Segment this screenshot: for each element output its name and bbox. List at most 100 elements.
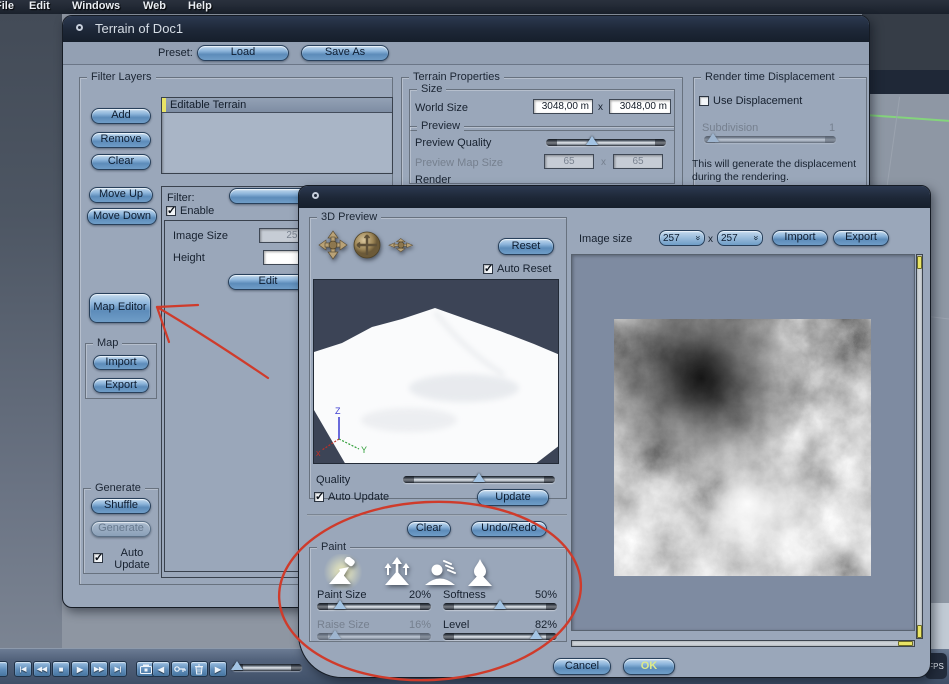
level-slider[interactable] — [443, 630, 557, 640]
preview-quality-label: Preview Quality — [415, 137, 492, 149]
subdivision-slider[interactable] — [704, 133, 836, 143]
raise-size-label: Raise Size — [317, 619, 370, 631]
preset-label: Preset: — [158, 47, 193, 59]
update-button[interactable]: Update — [477, 489, 549, 506]
layer-list[interactable]: Editable Terrain — [161, 97, 393, 174]
map-editor-button[interactable]: Map Editor — [89, 293, 151, 323]
move-down-button[interactable]: Move Down — [87, 208, 157, 225]
rewind-button[interactable]: ◀◀ — [33, 661, 51, 677]
world-size-height-field[interactable]: 3048,00 m — [609, 99, 671, 114]
window-close-icon[interactable] — [312, 192, 319, 199]
pan-tool-icon[interactable] — [318, 230, 348, 260]
paint-size-slider[interactable] — [317, 600, 431, 610]
add-layer-button[interactable]: Add — [91, 108, 151, 124]
go-to-start-button[interactable]: |◀ — [14, 661, 32, 677]
displacement-note-line2: during the rendering. — [692, 171, 789, 183]
map-horizontal-scrollbar[interactable] — [571, 640, 915, 647]
softness-slider[interactable] — [443, 600, 557, 610]
generate-auto-update-checkbox[interactable] — [93, 551, 103, 564]
paint-size-value: 20% — [408, 589, 431, 601]
generate-button[interactable]: Generate — [91, 521, 151, 537]
scrollbar-thumb[interactable] — [898, 641, 913, 646]
image-size-label: Image size — [579, 233, 633, 245]
fast-forward-button[interactable]: ▶▶ — [90, 661, 108, 677]
go-to-end-button[interactable]: ▶| — [109, 661, 127, 677]
nav-right-button[interactable]: ▶ — [209, 661, 227, 677]
layer-name: Editable Terrain — [170, 99, 247, 111]
terrain-dialog-titlebar[interactable]: Terrain of Doc1 — [63, 16, 869, 42]
reset-button[interactable]: Reset — [498, 238, 554, 255]
terrain-3d-viewport[interactable]: Z x Y — [313, 279, 559, 464]
image-export-button[interactable]: Export — [833, 230, 889, 246]
auto-reset-checkbox[interactable] — [483, 262, 493, 275]
filter-enable-checkbox[interactable] — [166, 204, 176, 217]
rotate-trackball-icon[interactable] — [353, 231, 381, 259]
flatten-drop-tool[interactable] — [463, 557, 497, 587]
clear-layers-button[interactable]: Clear — [91, 154, 151, 170]
auto-update-checkbox[interactable] — [314, 490, 324, 503]
subdivision-value: 1 — [829, 122, 836, 134]
quality-slider[interactable] — [403, 473, 555, 483]
image-size-by-label: x — [708, 234, 713, 245]
preset-save-as-button[interactable]: Save As — [301, 45, 389, 61]
use-displacement-checkbox[interactable] — [699, 96, 709, 106]
play-button[interactable]: ▶ — [71, 661, 89, 677]
map-editor-titlebar[interactable] — [299, 186, 930, 208]
preview-quality-slider[interactable] — [546, 136, 666, 146]
timeline-slider[interactable] — [230, 661, 302, 671]
preview-group-legend: Preview — [417, 120, 465, 132]
menu-file[interactable]: File — [0, 0, 14, 12]
paint-brush-tool[interactable] — [323, 554, 363, 590]
clear-button[interactable]: Clear — [407, 521, 451, 537]
raise-size-slider[interactable] — [317, 630, 431, 640]
image-height-dropdown[interactable]: 257 » — [717, 230, 763, 246]
image-size-label: Image Size — [173, 230, 229, 242]
stop-button[interactable]: ■ — [52, 661, 70, 677]
flatten-drop-icon — [468, 558, 492, 586]
softness-value: 50% — [534, 589, 557, 601]
preview-map-by-label: x — [601, 157, 606, 168]
image-width-dropdown[interactable]: 257 » — [659, 230, 705, 246]
preview-map-width-field: 65 — [544, 154, 594, 169]
map-import-button[interactable]: Import — [93, 355, 149, 370]
raise-lower-tool[interactable] — [377, 555, 417, 589]
map-vertical-scrollbar[interactable] — [916, 254, 923, 639]
axis-z-label: Z — [335, 406, 341, 416]
chevron-down-icon: » — [693, 235, 704, 241]
preset-load-button[interactable]: Load — [197, 45, 289, 61]
remove-layer-button[interactable]: Remove — [91, 132, 151, 148]
heightmap-image[interactable] — [614, 319, 871, 576]
filter-layers-legend: Filter Layers — [87, 71, 156, 83]
window-close-icon[interactable] — [76, 24, 83, 31]
menu-bar: File Edit Windows Web Help — [0, 0, 949, 14]
paint-group-legend: Paint — [317, 541, 351, 553]
menu-windows[interactable]: Windows — [72, 0, 120, 12]
menu-edit[interactable]: Edit — [29, 0, 50, 12]
toolbar-partial-button[interactable] — [0, 661, 8, 677]
image-import-button[interactable]: Import — [772, 230, 828, 246]
menu-help[interactable]: Help — [188, 0, 212, 12]
size-group-legend: Size — [417, 83, 447, 95]
undo-redo-button[interactable]: Undo/Redo — [471, 521, 547, 537]
move-up-button[interactable]: Move Up — [89, 187, 153, 203]
menu-web[interactable]: Web — [143, 0, 166, 12]
dolly-tool-icon[interactable] — [388, 236, 414, 254]
key-button[interactable] — [171, 661, 189, 677]
terrain-properties-legend: Terrain Properties — [409, 71, 504, 83]
delete-keyframe-button[interactable] — [190, 661, 208, 677]
cancel-button[interactable]: Cancel — [553, 658, 611, 675]
map-export-button[interactable]: Export — [93, 378, 149, 393]
world-size-width-field[interactable]: 3048,00 m — [533, 99, 593, 114]
scrollbar-thumb[interactable] — [917, 256, 922, 269]
nav-left-button[interactable]: ◀ — [152, 661, 170, 677]
bg-navy-band — [862, 70, 949, 94]
image-width-value: 257 — [663, 233, 680, 244]
layer-list-item[interactable]: Editable Terrain — [162, 98, 392, 113]
ok-button[interactable]: OK — [623, 658, 675, 675]
scrollbar-thumb[interactable] — [917, 625, 922, 638]
level-label: Level — [443, 619, 470, 631]
shuffle-button[interactable]: Shuffle — [91, 498, 151, 514]
bg-dark-band — [862, 14, 949, 70]
smooth-tool[interactable] — [421, 557, 459, 587]
edit-button[interactable]: Edit — [228, 274, 308, 290]
